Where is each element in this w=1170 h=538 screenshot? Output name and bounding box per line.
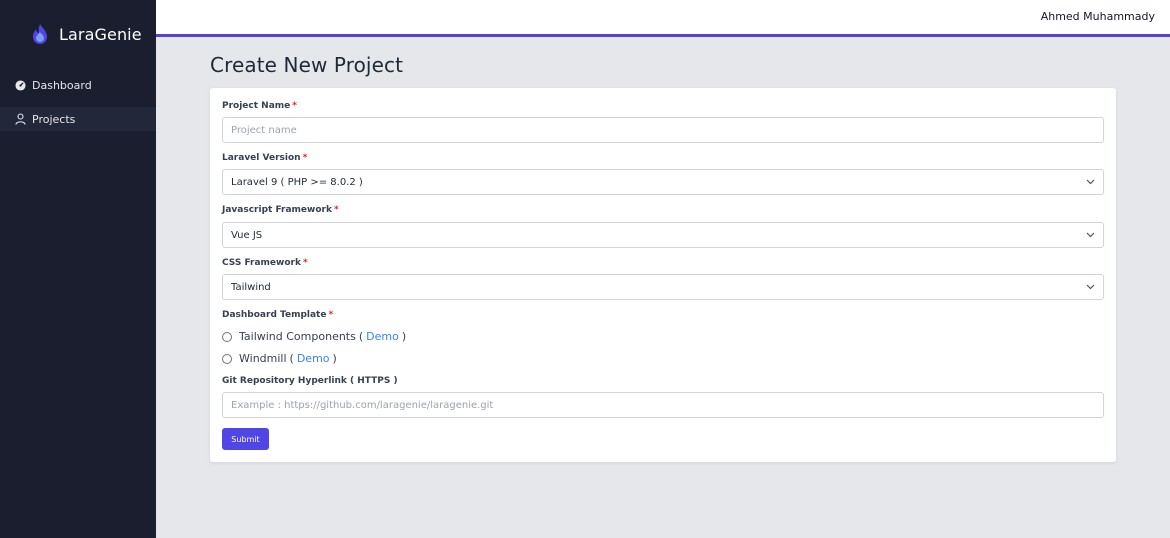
sidebar-item-projects[interactable]: Projects xyxy=(0,107,156,131)
create-project-form: Project Name* Laravel Version* Laravel 9… xyxy=(210,88,1116,462)
sidebar-item-dashboard[interactable]: Dashboard xyxy=(0,73,156,97)
brand[interactable]: LaraGenie xyxy=(0,0,156,68)
laravel-version-label-text: Laravel Version xyxy=(222,153,301,163)
demo-link-windmill[interactable]: Demo xyxy=(297,352,330,365)
project-name-input[interactable] xyxy=(222,117,1104,143)
user-menu[interactable]: Ahmed Muhammady xyxy=(1041,10,1155,23)
laravel-version-value: Laravel 9 ( PHP >= 8.0.2 ) xyxy=(231,176,363,188)
template-radio-windmill[interactable] xyxy=(222,353,232,364)
paren-open: ( xyxy=(289,352,294,365)
paren-close: ) xyxy=(332,352,337,365)
javascript-framework-value: Vue JS xyxy=(231,229,263,241)
top-bar: Ahmed Muhammady xyxy=(156,0,1170,37)
project-name-label-text: Project Name xyxy=(222,101,291,111)
paren-close: ) xyxy=(401,330,407,343)
sidebar-item-label: Projects xyxy=(32,112,76,126)
template-option-tailwind-components: Tailwind Components ( Demo ) xyxy=(222,330,406,343)
template-option-name: Tailwind Components xyxy=(239,330,356,343)
submit-button[interactable]: Submit xyxy=(222,428,269,450)
git-repository-input[interactable] xyxy=(222,392,1104,418)
javascript-framework-select[interactable]: Vue JS xyxy=(222,222,1104,248)
dashboard-template-label: Dashboard Template * xyxy=(222,310,333,320)
git-repository-label: Git Repository Hyperlink ( HTTPS ) xyxy=(222,376,398,386)
required-marker: * xyxy=(302,258,308,268)
project-name-label: Project Name * xyxy=(222,101,297,111)
required-marker: * xyxy=(333,205,339,215)
flame-logo-icon xyxy=(30,23,50,45)
laravel-version-label: Laravel Version * xyxy=(222,153,307,163)
laravel-version-select[interactable]: Laravel 9 ( PHP >= 8.0.2 ) xyxy=(222,169,1104,195)
css-framework-value: Tailwind xyxy=(231,281,271,293)
sidebar-nav: Dashboard Projects xyxy=(0,73,156,131)
page-title: Create New Project xyxy=(210,53,404,77)
sidebar-item-label: Dashboard xyxy=(32,78,92,92)
dashboard-template-label-text: Dashboard Template xyxy=(222,310,327,320)
chevron-down-icon xyxy=(1085,177,1095,187)
template-option-windmill: Windmill ( Demo ) xyxy=(222,352,337,365)
css-framework-label: CSS Framework * xyxy=(222,258,308,268)
chevron-down-icon xyxy=(1085,282,1095,292)
dashboard-gauge-icon xyxy=(14,79,26,91)
chevron-down-icon xyxy=(1085,230,1095,240)
paren-open: ( xyxy=(358,330,364,343)
sidebar: LaraGenie Dashboard Projects xyxy=(0,0,156,538)
required-marker: * xyxy=(302,153,308,163)
javascript-framework-label-text: Javascript Framework xyxy=(222,205,332,215)
required-marker: * xyxy=(328,310,334,320)
demo-link-tailwind-components[interactable]: Demo xyxy=(366,330,399,343)
template-option-name: Windmill xyxy=(239,352,287,365)
css-framework-select[interactable]: Tailwind xyxy=(222,274,1104,300)
required-marker: * xyxy=(292,101,297,111)
user-icon xyxy=(14,113,26,125)
app-name: LaraGenie xyxy=(59,24,142,44)
javascript-framework-label: Javascript Framework * xyxy=(222,205,339,215)
css-framework-label-text: CSS Framework xyxy=(222,258,301,268)
template-radio-tailwind-components[interactable] xyxy=(222,331,232,342)
